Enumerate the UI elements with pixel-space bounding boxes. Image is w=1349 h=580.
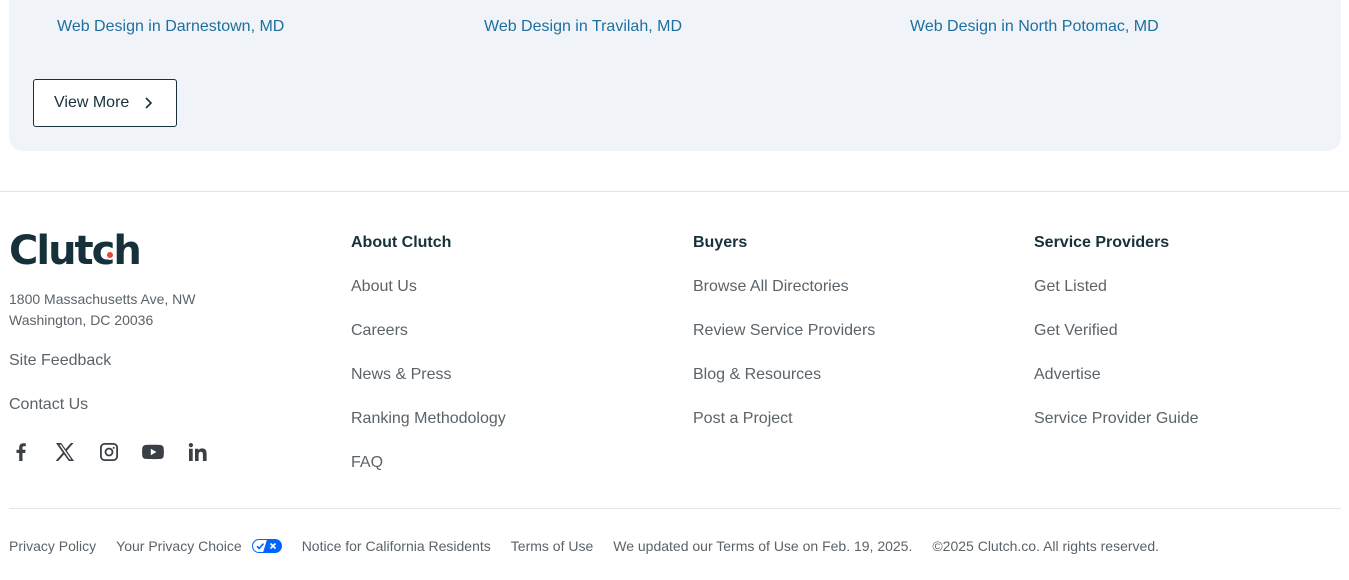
legal-bar: Privacy Policy Your Privacy Choice Notic… [9, 537, 1179, 555]
related-locations-panel: Web Design in Darnestown, MD Web Design … [9, 0, 1341, 151]
get-verified-link[interactable]: Get Verified [1034, 321, 1118, 341]
column-heading-about-clutch: About Clutch [351, 234, 452, 251]
logo-text: Clutch [9, 228, 142, 274]
privacy-toggle-icon [251, 539, 282, 553]
related-link-travilah[interactable]: Web Design in Travilah, MD [484, 17, 682, 37]
careers-link[interactable]: Careers [351, 321, 408, 341]
related-link-darnestown[interactable]: Web Design in Darnestown, MD [57, 17, 284, 37]
logo-dot [105, 250, 115, 260]
about-us-link[interactable]: About Us [351, 277, 417, 297]
view-more-label: View More [54, 94, 130, 111]
address-line-1: 1800 Massachusetts Ave, NW [9, 291, 196, 307]
footer-divider-top [0, 191, 1349, 192]
copyright: ©2025 Clutch.co. All rights reserved. [932, 538, 1160, 554]
news-press-link[interactable]: News & Press [351, 365, 451, 385]
column-heading-buyers: Buyers [693, 234, 748, 251]
privacy-choice-label: Your Privacy Choice [116, 538, 242, 554]
clutch-logo[interactable]: Clutch [9, 228, 142, 274]
facebook-icon[interactable] [9, 440, 33, 464]
address-line-2: Washington, DC 20036 [9, 312, 154, 328]
get-listed-link[interactable]: Get Listed [1034, 277, 1107, 297]
advertise-link[interactable]: Advertise [1034, 365, 1101, 385]
review-service-providers-link[interactable]: Review Service Providers [693, 321, 875, 341]
ranking-methodology-link[interactable]: Ranking Methodology [351, 409, 506, 429]
contact-us-link[interactable]: Contact Us [9, 395, 88, 415]
related-link-north-potomac[interactable]: Web Design in North Potomac, MD [910, 17, 1159, 37]
footer-column-about: About Clutch About Us Careers News & Pre… [351, 233, 506, 471]
privacy-policy-link[interactable]: Privacy Policy [9, 537, 96, 555]
service-provider-guide-link[interactable]: Service Provider Guide [1034, 409, 1199, 429]
address: 1800 Massachusetts Ave, NW Washington, D… [9, 289, 196, 331]
footer-divider-bottom [9, 508, 1341, 509]
linkedin-icon[interactable] [185, 440, 209, 464]
faq-link[interactable]: FAQ [351, 453, 383, 473]
terms-of-use-link[interactable]: Terms of Use [511, 537, 593, 555]
view-more-button[interactable]: View More [33, 79, 177, 127]
california-notice-link[interactable]: Notice for California Residents [302, 537, 491, 555]
youtube-icon[interactable] [141, 440, 165, 464]
column-heading-service-providers: Service Providers [1034, 234, 1170, 251]
instagram-icon[interactable] [97, 440, 121, 464]
post-project-link[interactable]: Post a Project [693, 409, 793, 429]
terms-update-notice: We updated our Terms of Use on Feb. 19, … [613, 538, 913, 554]
x-icon[interactable] [53, 440, 77, 464]
browse-directories-link[interactable]: Browse All Directories [693, 277, 849, 297]
site-feedback-link[interactable]: Site Feedback [9, 351, 111, 371]
footer-column-service-providers: Service Providers Get Listed Get Verifie… [1034, 233, 1199, 427]
social-links [9, 440, 209, 464]
blog-resources-link[interactable]: Blog & Resources [693, 365, 821, 385]
footer-column-buyers: Buyers Browse All Directories Review Ser… [693, 233, 875, 427]
privacy-choice-link[interactable]: Your Privacy Choice [116, 537, 282, 555]
chevron-right-icon [145, 97, 153, 109]
